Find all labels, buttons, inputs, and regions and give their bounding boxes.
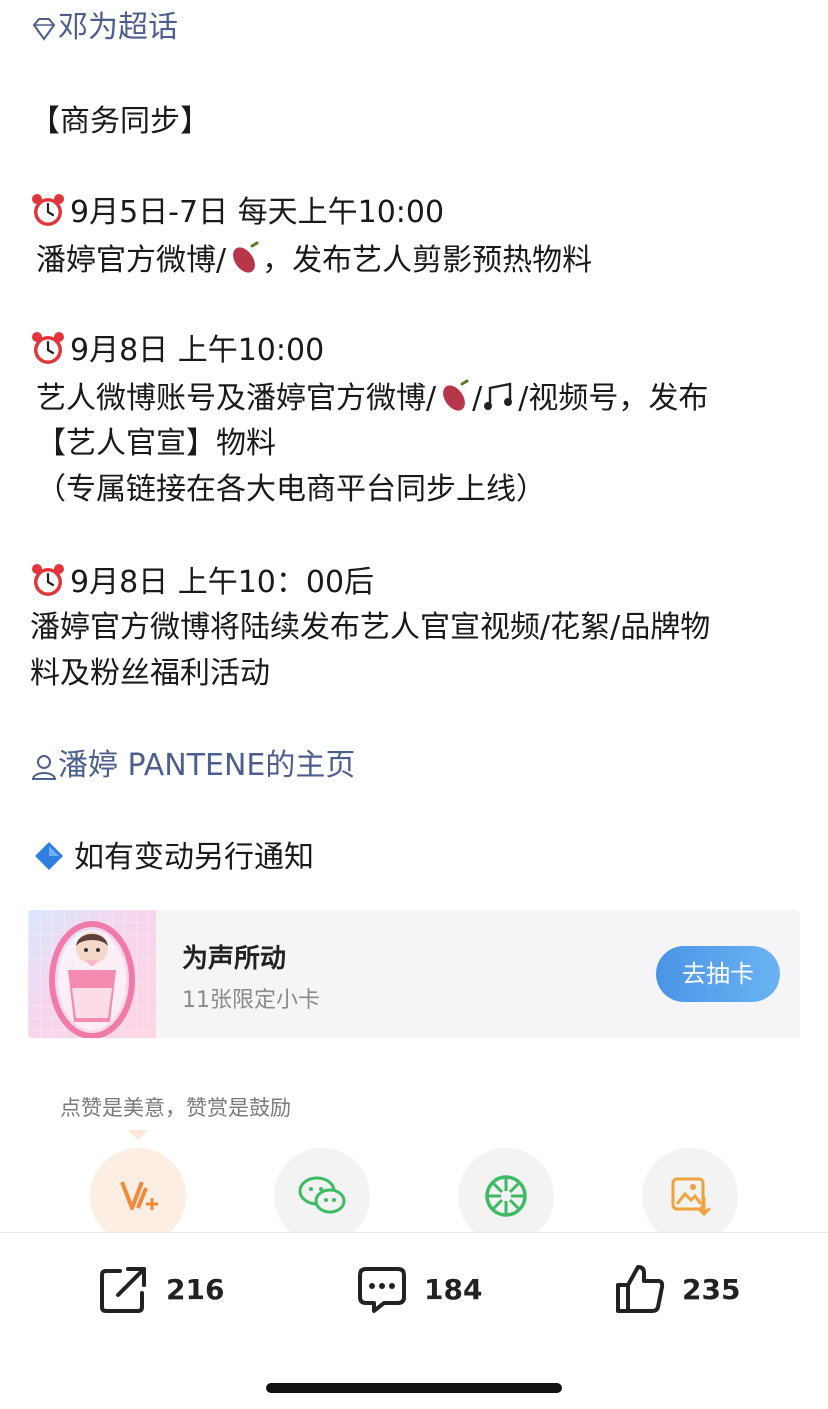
alarm-clock-icon: [32, 194, 64, 226]
repost-icon: [100, 1267, 146, 1313]
save-image-icon: [671, 1177, 711, 1217]
schedule-1-body-b: ，发布艺人剪影预热物料: [262, 243, 593, 278]
topic-link[interactable]: 邓为超话: [30, 8, 178, 48]
notice: 如有变动另行通知: [32, 838, 314, 878]
schedule-1-time: 9月5日-7日 每天上午10:00: [30, 192, 444, 233]
sweet-potato-icon: [233, 241, 259, 273]
schedule-2-body-c: /视频号，发布: [518, 381, 709, 416]
schedule-1-time-text: 9月5日-7日 每天上午10:00: [70, 195, 445, 230]
tip-caret: [128, 1130, 148, 1140]
post-heading: 【商务同步】: [30, 104, 210, 139]
comment-count: 184: [424, 1272, 483, 1306]
schedule-2-body-a: 艺人微博账号及潘婷官方微博/: [36, 381, 437, 416]
schedule-2-body-line2: 【艺人官宣】物料: [36, 426, 276, 461]
wechat-share-button[interactable]: [274, 1148, 370, 1244]
schedule-2-time-text: 9月8日 上午10:00: [70, 333, 325, 368]
repost-action[interactable]: 216: [98, 1263, 224, 1315]
schedule-2-time: 9月8日 上午10:00: [30, 330, 324, 371]
draw-card-button[interactable]: 去抽卡: [656, 946, 780, 1002]
schedule-1-body: 潘婷官方微博/ ，发布艺人剪影预热物料: [36, 240, 592, 281]
moments-share-button[interactable]: [458, 1148, 554, 1244]
schedule-2-note: （专属链接在各大电商平台同步上线）: [36, 472, 546, 507]
comment-action[interactable]: 184: [356, 1263, 482, 1315]
reward-button[interactable]: [90, 1148, 186, 1244]
alarm-clock-icon: [32, 564, 64, 596]
profile-link[interactable]: 潘婷 PANTENE的主页: [30, 746, 355, 786]
moments-icon: [485, 1175, 527, 1217]
wechat-icon: [298, 1176, 346, 1214]
blue-diamond-icon: [35, 842, 63, 870]
thumbs-up-icon: [616, 1265, 665, 1313]
v-plus-icon: [120, 1181, 158, 1210]
alarm-clock-icon: [32, 332, 64, 364]
user-icon: [31, 755, 57, 780]
notice-text: 如有变动另行通知: [74, 840, 314, 875]
reward-tip: 点赞是美意，赞赏是鼓励: [60, 1096, 291, 1120]
comment-icon: [358, 1267, 406, 1313]
schedule-3-body-2: 料及粉丝福利活动: [30, 656, 270, 691]
diamond-icon: [32, 18, 56, 41]
like-count: 235: [682, 1272, 741, 1306]
schedule-1-body-a: 潘婷官方微博/: [36, 243, 227, 278]
like-action[interactable]: 235: [614, 1263, 740, 1315]
card-subtitle: 11张限定小卡: [182, 988, 320, 1013]
card-title: 为声所动: [182, 944, 287, 974]
schedule-3-time-text: 9月8日 上午10：00后: [70, 565, 375, 600]
bottom-action-bar: 216 184 235: [0, 1232, 828, 1409]
music-notes-icon: [484, 382, 513, 410]
schedule-3-body-1: 潘婷官方微博将陆续发布艺人官宣视频/花絮/品牌物: [30, 610, 711, 645]
card-draw-widget[interactable]: 为声所动 11张限定小卡 去抽卡: [28, 910, 800, 1038]
schedule-2-body-b: /: [472, 381, 483, 416]
profile-link-label: 潘婷 PANTENE的主页: [58, 748, 356, 783]
card-illustration: [28, 910, 156, 1038]
save-image-button[interactable]: [642, 1148, 738, 1244]
home-indicator[interactable]: [266, 1383, 562, 1393]
repost-count: 216: [166, 1272, 225, 1306]
schedule-3-time: 9月8日 上午10：00后: [30, 562, 374, 603]
topic-link-label: 邓为超话: [58, 10, 178, 45]
schedule-2-body: 艺人微博账号及潘婷官方微博/ / /视频号，发布: [36, 378, 708, 419]
card-thumbnail: [28, 910, 156, 1038]
sweet-potato-icon: [443, 379, 469, 411]
